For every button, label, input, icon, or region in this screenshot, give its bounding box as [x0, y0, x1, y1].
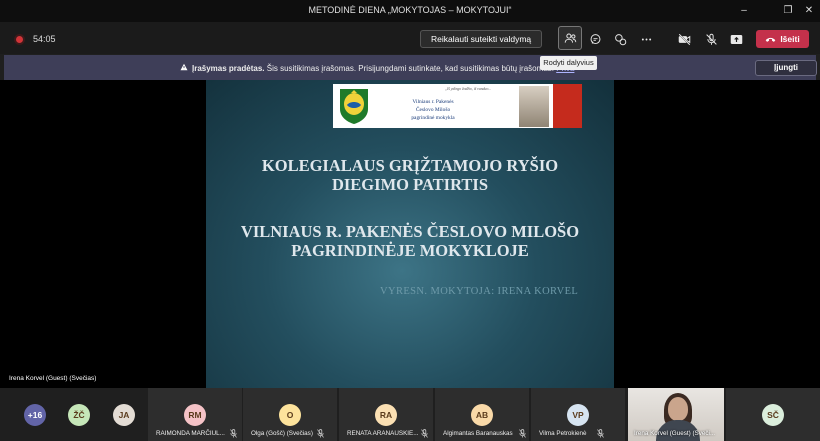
slide-author: VYRESN. MOKYTOJA: IRENA KORVEL: [380, 286, 579, 297]
participant-tile[interactable]: RA RENATA ARANAUSKIE...: [339, 388, 433, 441]
mic-off-icon: [705, 33, 717, 45]
school-crest-icon: [340, 89, 368, 124]
participant-name: Algimantas Baranauskas: [443, 430, 513, 437]
mic-muted-icon: [519, 429, 526, 438]
presentation-slide: Vilniaus r. Pakenės Česlovo Milošo pagri…: [206, 80, 614, 388]
hang-up-icon: [766, 37, 776, 42]
chat-icon: [590, 33, 600, 44]
meeting-toolbar: 54:05 Reikalauti suteikti valdymą Išeiti: [0, 22, 820, 54]
slide-subtitle-line-1: VILNIAUS R. PAKENĖS ČESLOVO MILOŠO: [240, 222, 580, 241]
share-screen-button[interactable]: [724, 28, 748, 50]
slide-school-banner: Vilniaus r. Pakenės Česlovo Milošo pagri…: [333, 84, 553, 128]
school-name-line-2: Česlovo Milošo: [415, 107, 451, 113]
slide-subtitle-line-2: PAGRINDINĖJE MOKYKLOJE: [291, 241, 529, 260]
warning-icon: [180, 63, 188, 73]
participant-video-face: [668, 397, 688, 421]
close-window-button[interactable]: ✕: [800, 3, 818, 19]
window-title: METODINĖ DIENA „MOKYTOJAS – MOKYTOJUI“: [308, 5, 512, 15]
participant-avatar-zc[interactable]: ŽČ: [68, 404, 90, 426]
participants-strip: +16 ŽČ JA RM RAIMONDA MARČIUL... O Olga …: [0, 388, 820, 441]
slide-subtitle: VILNIAUS R. PAKENĖS ČESLOVO MILOŠO PAGRI…: [206, 222, 614, 260]
recording-indicator-icon: [16, 36, 23, 43]
participant-tile[interactable]: RM RAIMONDA MARČIUL...: [148, 388, 242, 441]
participants-tooltip: Rodyti dalyvius: [540, 56, 597, 70]
participant-name: Vilma Petrokienė: [539, 430, 587, 437]
participant-avatar: RA: [375, 404, 397, 426]
leave-label: Išeiti: [780, 34, 800, 44]
participant-avatar: AB: [471, 404, 493, 426]
participant-name: Olga (Gošč) (Svečias): [251, 430, 313, 437]
enable-button[interactable]: Įjungti: [755, 60, 817, 76]
participant-tile[interactable]: O Olga (Gošč) (Svečias): [243, 388, 337, 441]
reactions-button[interactable]: [608, 28, 632, 50]
participant-tile[interactable]: AB Algimantas Baranauskas: [435, 388, 529, 441]
participant-name: RAIMONDA MARČIUL...: [156, 430, 225, 437]
more-participants-button[interactable]: +16: [24, 404, 46, 426]
mic-muted-icon: [421, 429, 428, 438]
participant-tile[interactable]: SČ: [726, 388, 820, 441]
slide-accent-block: [553, 84, 582, 128]
participant-avatar: O: [279, 404, 301, 426]
presenter-name-label: Irena Korvel (Guest) (Svečias): [9, 375, 97, 382]
participant-name: RENATA ARANAUSKIE...: [347, 430, 419, 437]
mic-muted-icon: [230, 429, 237, 438]
shared-content-stage: Vilniaus r. Pakenės Česlovo Milošo pagri…: [0, 80, 820, 388]
recording-message: Įrašymas pradėtas. Šis susitikimas įrašo…: [180, 63, 574, 73]
camera-toggle-button[interactable]: [672, 28, 696, 50]
participants-icon: [564, 33, 576, 43]
recording-started-label: Įrašymas pradėtas.: [192, 64, 265, 73]
leave-button[interactable]: Išeiti: [756, 30, 809, 48]
more-actions-button[interactable]: [634, 28, 658, 50]
show-participants-button[interactable]: [558, 26, 582, 50]
reactions-icon: [614, 33, 626, 45]
window-titlebar: METODINĖ DIENA „MOKYTOJAS – MOKYTOJUI“ –…: [0, 0, 820, 22]
school-name-line-1: Vilniaus r. Pakenės: [412, 99, 454, 105]
share-icon: [730, 34, 742, 44]
maximize-button[interactable]: ❐: [779, 3, 797, 19]
chat-button[interactable]: [583, 28, 607, 50]
participant-name: Irena Korvel (Guest) (Sveči...: [634, 430, 716, 437]
participant-avatar: SČ: [762, 404, 784, 426]
camera-off-icon: [677, 32, 691, 46]
meeting-timer: 54:05: [33, 34, 56, 44]
request-control-button[interactable]: Reikalauti suteikti valdymą: [420, 30, 543, 48]
mic-muted-icon: [597, 429, 604, 438]
mic-toggle-button[interactable]: [699, 28, 723, 50]
recording-banner: Įrašymas pradėtas. Šis susitikimas įrašo…: [4, 55, 817, 80]
recording-notice-text: Šis susitikimas įrašomas. Prisijungdami …: [266, 64, 554, 73]
participant-avatar-ja[interactable]: JA: [113, 404, 135, 426]
slide-quote: „Iš ydingo žodžio, iš vanduo...: [445, 87, 492, 91]
slide-title: KOLEGIALAUS GRĮŽTAMOJO RYŠIO DIEGIMO PAT…: [206, 156, 614, 194]
participant-tile[interactable]: VP Vilma Petrokienė: [531, 388, 625, 441]
mic-muted-icon: [317, 429, 324, 438]
school-name-line-3: pagrindinė mokykla: [411, 115, 455, 121]
school-name: Vilniaus r. Pakenės Česlovo Milošo pagri…: [388, 98, 478, 122]
participant-avatar: VP: [567, 404, 589, 426]
slide-title-line-2: DIEGIMO PATIRTIS: [331, 175, 489, 194]
portrait-image: [519, 86, 549, 127]
participant-avatar: RM: [184, 404, 206, 426]
minimize-button[interactable]: –: [735, 3, 753, 19]
participant-video-tile[interactable]: Irena Korvel (Guest) (Sveči...: [628, 388, 724, 441]
slide-title-line-1: KOLEGIALAUS GRĮŽTAMOJO RYŠIO: [261, 156, 559, 175]
more-icon: [641, 38, 651, 40]
